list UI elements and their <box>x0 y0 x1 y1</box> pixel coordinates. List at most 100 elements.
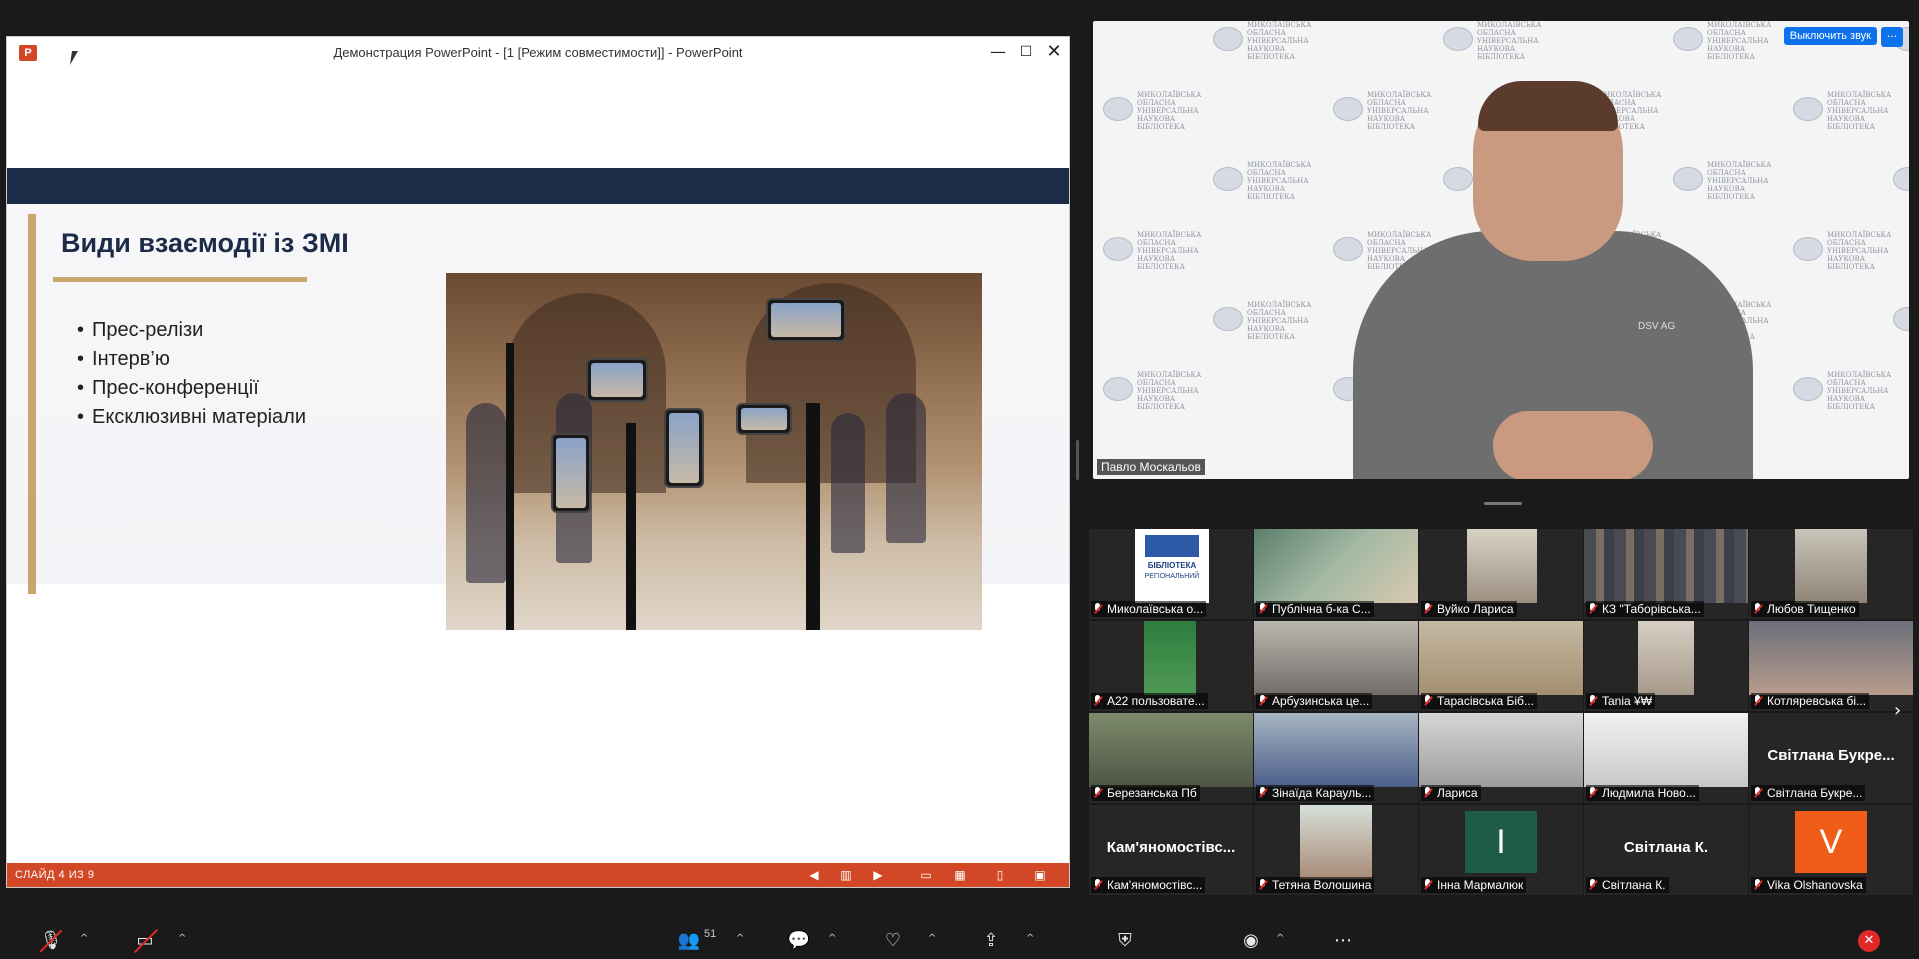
muted-mic-icon <box>1753 879 1763 891</box>
muted-mic-icon <box>1258 603 1268 615</box>
participant-tile[interactable]: Світлана Букре... Світлана Букре... <box>1749 713 1913 803</box>
muted-mic-icon <box>1093 695 1103 707</box>
shirt-logo-text: DSV AG <box>1638 321 1676 332</box>
participant-tile[interactable]: Лариса <box>1419 713 1583 803</box>
slide-menu-icon[interactable]: ▥ <box>839 868 853 882</box>
participant-name: Арбузинська це... <box>1256 693 1373 709</box>
participant-tile[interactable]: A22 пользовате... <box>1089 621 1253 711</box>
previous-slide-icon[interactable]: ◀ <box>807 868 821 882</box>
normal-view-icon[interactable]: ▭ <box>919 868 933 882</box>
participant-tile[interactable]: Тарасівська Біб... <box>1419 621 1583 711</box>
participant-name: Зінаїда Карауль... <box>1256 785 1375 801</box>
participant-name: A22 пользовате... <box>1091 693 1208 709</box>
participant-name: Березанська Пб <box>1091 785 1200 801</box>
participant-tile[interactable]: Любов Тищенко <box>1749 529 1913 619</box>
slide-bullet: Прес-конференції <box>77 374 306 403</box>
share-options-caret[interactable]: ^ <box>1026 933 1034 944</box>
participant-name: Tania ¥₩ <box>1586 693 1656 709</box>
slide-header-band <box>7 168 1069 204</box>
gallery-resize-handle[interactable] <box>1484 502 1522 505</box>
library-logo-thumbnail: БІБЛІОТЕКА РЕГІОНАЛЬНИЙ <box>1135 529 1209 603</box>
participant-tile[interactable]: Tania ¥₩ <box>1584 621 1748 711</box>
participant-tile[interactable]: Арбузинська це... <box>1254 621 1418 711</box>
participant-name: Світлана К. <box>1586 877 1669 893</box>
participant-tile[interactable]: V Vika Olshanovska <box>1749 805 1913 895</box>
participant-tile[interactable]: Зінаїда Карауль... <box>1254 713 1418 803</box>
participant-tile[interactable]: Котляревська бі... <box>1749 621 1913 711</box>
backdrop-logo-stamp: МИКОЛАЇВСЬКАОБЛАСНАУНІВЕРСАЛЬНАНАУКОВАБІ… <box>1893 161 1909 207</box>
participant-name: Людмила Ново... <box>1586 785 1699 801</box>
reading-view-icon[interactable]: ▯ <box>993 868 1007 882</box>
backdrop-logo-stamp: МИКОЛАЇВСЬКАОБЛАСНАУНІВЕРСАЛЬНАНАУКОВАБІ… <box>1793 91 1903 137</box>
participant-tile[interactable]: Людмила Ново... <box>1584 713 1748 803</box>
close-button[interactable]: ✕ <box>1043 41 1065 63</box>
active-speaker-video[interactable]: МИКОЛАЇВСЬКА ОБЛАСНА УНІВЕРСАЛЬНА НАУКОВА БІ… <box>1093 21 1909 479</box>
leave-meeting-button[interactable]: ✕ <box>1858 930 1880 952</box>
meeting-stage: P Демонстрация PowerPoint - [1 [Режим со… <box>0 0 1919 959</box>
meeting-toolbar: 🎙 ^ ▭ ^ 👥 51 ^ 💬 ^ ♡ ^ ⇪ ^ ⛨ ◉ ^ ⋯ ✕ <box>0 924 1919 959</box>
slide-bullet: Прес-релізи <box>77 316 306 345</box>
participant-tile[interactable]: Тетяна Волошина <box>1254 805 1418 895</box>
next-slide-icon[interactable]: ▶ <box>871 868 885 882</box>
participant-name: Публічна б-ка С... <box>1256 601 1374 617</box>
gallery-next-page-button[interactable]: › <box>1894 700 1901 721</box>
slide-title: Види взаємодії із ЗМІ <box>61 228 349 258</box>
powerpoint-titlebar[interactable]: P Демонстрация PowerPoint - [1 [Режим со… <box>7 37 1069 67</box>
reactions-heart-icon[interactable]: ♡ <box>880 930 906 952</box>
chat-options-caret[interactable]: ^ <box>828 933 836 944</box>
mouse-cursor-icon <box>70 51 78 65</box>
participant-tile[interactable]: Вуйко Лариса <box>1419 529 1583 619</box>
participant-tile[interactable]: Березанська Пб <box>1089 713 1253 803</box>
powerpoint-window-title: Демонстрация PowerPoint - [1 [Режим совм… <box>333 45 743 60</box>
slide-bullet: Ексклюзивні матеріали <box>77 403 306 432</box>
muted-mic-icon <box>1753 603 1763 615</box>
participant-name: Лариса <box>1421 785 1481 801</box>
mute-participant-button[interactable]: Выключить звук <box>1783 27 1877 45</box>
backdrop-logo-stamp: МИКОЛАЇВСЬКАОБЛАСНАУНІВЕРСАЛЬНАНАУКОВАБІ… <box>1213 301 1323 347</box>
share-screen-icon[interactable]: ⇪ <box>978 930 1004 952</box>
muted-mic-icon <box>1588 879 1598 891</box>
more-options-button[interactable]: ··· <box>1881 27 1903 47</box>
muted-mic-icon <box>1423 787 1433 799</box>
muted-mic-icon <box>1753 787 1763 799</box>
muted-mic-icon <box>1588 695 1598 707</box>
backdrop-logo-stamp: МИКОЛАЇВСЬКАОБЛАСНАУНІВЕРСАЛЬНАНАУКОВАБІ… <box>1793 231 1903 277</box>
muted-mic-icon <box>1423 603 1433 615</box>
participant-tile[interactable]: Кам'яномостівс... Кам'яномостівс... <box>1089 805 1253 895</box>
muted-mic-icon <box>1423 695 1433 707</box>
participant-tile[interactable]: КЗ "Таборівська... <box>1584 529 1748 619</box>
participant-tile[interactable]: Світлана К. Світлана К. <box>1584 805 1748 895</box>
muted-mic-icon <box>1258 695 1268 707</box>
muted-mic-icon <box>1588 787 1598 799</box>
chat-icon[interactable]: 💬 <box>786 930 812 952</box>
participants-options-caret[interactable]: ^ <box>736 933 744 944</box>
more-icon[interactable]: ⋯ <box>1330 930 1356 952</box>
participant-tile[interactable]: Публічна б-ка С... <box>1254 529 1418 619</box>
backdrop-logo-stamp: МИКОЛАЇВСЬКАОБЛАСНАУНІВЕРСАЛЬНАНАУКОВАБІ… <box>1673 21 1783 67</box>
powerpoint-window: P Демонстрация PowerPoint - [1 [Режим со… <box>6 36 1070 888</box>
slide-canvas[interactable]: Види взаємодії із ЗМІ Прес-релізи Інтерв… <box>7 68 1069 865</box>
slide-title-underline <box>53 277 307 282</box>
slide-sorter-icon[interactable]: ▦ <box>953 868 967 882</box>
video-options-caret[interactable]: ^ <box>178 933 186 944</box>
security-shield-icon[interactable]: ⛨ <box>1112 930 1138 952</box>
participant-name: КЗ "Таборівська... <box>1586 601 1704 617</box>
maximize-button[interactable]: ☐ <box>1015 41 1037 63</box>
minimize-button[interactable]: — <box>987 41 1009 63</box>
participant-name: Котляревська бі... <box>1751 693 1870 709</box>
record-options-caret[interactable]: ^ <box>1276 933 1284 944</box>
slide-counter: СЛАЙД 4 ИЗ 9 <box>15 869 95 881</box>
muted-mic-icon <box>1093 603 1103 615</box>
record-icon[interactable]: ◉ <box>1238 930 1264 952</box>
slide-accent-bar <box>28 214 36 594</box>
participants-icon[interactable]: 👥 <box>676 930 702 952</box>
backdrop-logo-stamp: МИКОЛАЇВСЬКАОБЛАСНАУНІВЕРСАЛЬНАНАУКОВАБІ… <box>1213 21 1323 67</box>
panel-resize-handle[interactable] <box>1076 440 1079 480</box>
reactions-options-caret[interactable]: ^ <box>928 933 936 944</box>
muted-mic-icon <box>1753 695 1763 707</box>
participant-tile[interactable]: I Інна Мармалюк <box>1419 805 1583 895</box>
slide-bullet: Інтерв’ю <box>77 345 306 374</box>
slideshow-icon[interactable]: ▣ <box>1033 868 1047 882</box>
audio-options-caret[interactable]: ^ <box>80 933 88 944</box>
participant-tile[interactable]: БІБЛІОТЕКА РЕГІОНАЛЬНИЙ Миколаївська о..… <box>1089 529 1253 619</box>
